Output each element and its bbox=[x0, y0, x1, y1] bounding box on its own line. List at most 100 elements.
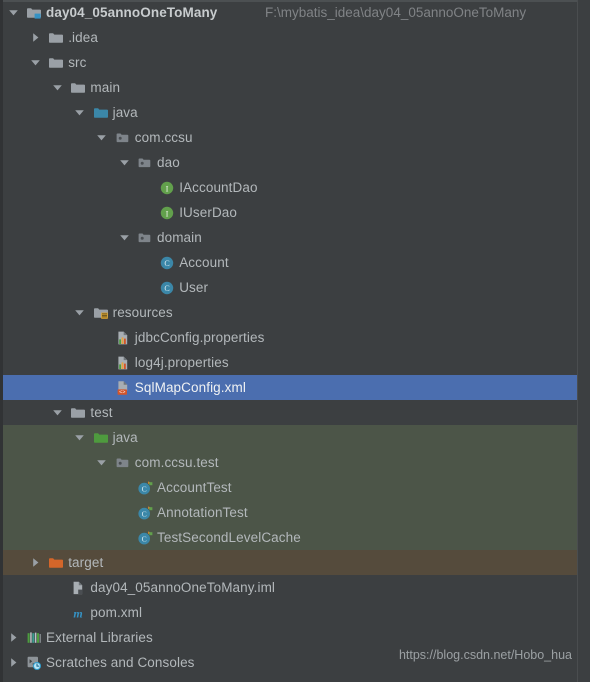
maven-file-icon: m bbox=[70, 600, 86, 625]
test-class-icon: C bbox=[137, 525, 153, 550]
tree-row[interactable]: log4j.properties bbox=[0, 350, 578, 375]
svg-text:C: C bbox=[142, 509, 147, 518]
tree-row[interactable]: I IUserDao bbox=[0, 200, 578, 225]
tree-row-label: src bbox=[68, 55, 87, 70]
tree-row-label: External Libraries bbox=[46, 630, 153, 645]
tree-row-label: java bbox=[112, 105, 138, 120]
interface-icon: I bbox=[159, 175, 175, 200]
project-tree-panel[interactable]: day04_05annoOneToMany F:\mybatis_idea\day… bbox=[0, 0, 590, 682]
tree-row-label: dao bbox=[157, 155, 180, 170]
tree-row[interactable]: C Account bbox=[0, 250, 578, 275]
svg-text:I: I bbox=[166, 183, 169, 193]
tree-row[interactable]: src bbox=[0, 50, 578, 75]
tree-row-label: target bbox=[68, 555, 104, 570]
chevron-down-icon[interactable] bbox=[95, 450, 109, 475]
tree-row[interactable]: C AccountTest bbox=[0, 475, 578, 500]
chevron-down-icon[interactable] bbox=[6, 0, 20, 25]
tree-row-label: TestSecondLevelCache bbox=[157, 530, 301, 545]
svg-text:C: C bbox=[142, 484, 147, 493]
tree-row-label: Scratches and Consoles bbox=[46, 655, 195, 670]
tree-row-label: main bbox=[90, 80, 121, 95]
tree-row-label: SqlMapConfig.xml bbox=[134, 380, 246, 395]
tree-row-label: IAccountDao bbox=[179, 180, 258, 195]
test-class-icon: C bbox=[137, 500, 153, 525]
chevron-down-icon[interactable] bbox=[117, 150, 131, 175]
tree-row-label: IUserDao bbox=[179, 205, 238, 220]
tree-row[interactable]: I IAccountDao bbox=[0, 175, 578, 200]
svg-text:I: I bbox=[166, 208, 169, 218]
tree-row-label: AnnotationTest bbox=[157, 505, 248, 520]
tree-row-label: resources bbox=[112, 305, 173, 320]
tree-row[interactable]: C User bbox=[0, 275, 578, 300]
tree-row-label: day04_05annoOneToMany.iml bbox=[90, 580, 276, 595]
tree-row[interactable]: dao bbox=[0, 150, 578, 175]
folder-icon bbox=[70, 400, 86, 425]
svg-text:m: m bbox=[74, 606, 83, 620]
tree-row[interactable]: External Libraries bbox=[0, 625, 578, 650]
chevron-down-icon[interactable] bbox=[50, 75, 64, 100]
xml-file-icon: <> bbox=[115, 375, 131, 400]
chevron-down-icon[interactable] bbox=[73, 100, 87, 125]
chevron-down-icon[interactable] bbox=[73, 425, 87, 450]
chevron-down-icon[interactable] bbox=[117, 225, 131, 250]
tree-row[interactable]: resources bbox=[0, 300, 578, 325]
folder-icon bbox=[48, 50, 64, 75]
chevron-right-icon[interactable] bbox=[28, 25, 42, 50]
tree-row-label: day04_05annoOneToMany bbox=[46, 5, 218, 20]
tree-row-label: log4j.properties bbox=[134, 355, 229, 370]
tree-row-label: test bbox=[90, 405, 113, 420]
class-icon: C bbox=[159, 275, 175, 300]
properties-file-icon bbox=[115, 325, 131, 350]
project-folder-icon bbox=[26, 0, 42, 25]
tree-row-label: com.ccsu bbox=[134, 130, 193, 145]
tree-row[interactable]: .idea bbox=[0, 25, 578, 50]
chevron-right-icon[interactable] bbox=[6, 650, 20, 675]
chevron-down-icon[interactable] bbox=[50, 400, 64, 425]
test-source-folder-icon bbox=[93, 425, 109, 450]
chevron-down-icon[interactable] bbox=[73, 300, 87, 325]
svg-text:C: C bbox=[165, 284, 170, 293]
project-path-hint: F:\mybatis_idea\day04_05annoOneToMany bbox=[265, 5, 527, 20]
tree-row[interactable]: C AnnotationTest bbox=[0, 500, 578, 525]
chevron-right-icon[interactable] bbox=[6, 625, 20, 650]
tree-row[interactable]: domain bbox=[0, 225, 578, 250]
tree-row[interactable]: day04_05annoOneToMany.iml bbox=[0, 575, 578, 600]
tree-row[interactable]: jdbcConfig.properties bbox=[0, 325, 578, 350]
folder-icon bbox=[48, 25, 64, 50]
tree-row-label: domain bbox=[157, 230, 202, 245]
package-icon bbox=[115, 125, 131, 150]
tree-row[interactable]: java bbox=[0, 425, 578, 450]
vertical-scrollbar[interactable] bbox=[577, 0, 590, 682]
tree-row[interactable]: day04_05annoOneToMany F:\mybatis_idea\day… bbox=[0, 0, 578, 25]
package-icon bbox=[137, 150, 153, 175]
tree-row[interactable]: target bbox=[0, 550, 578, 575]
tree-row[interactable]: <> SqlMapConfig.xml bbox=[0, 375, 578, 400]
tree-row[interactable]: main bbox=[0, 75, 578, 100]
tree-row[interactable]: m pom.xml bbox=[0, 600, 578, 625]
tree-row[interactable]: com.ccsu bbox=[0, 125, 578, 150]
tree-row-label: pom.xml bbox=[90, 605, 143, 620]
svg-text:C: C bbox=[165, 259, 170, 268]
resources-folder-icon bbox=[93, 300, 109, 325]
test-class-icon: C bbox=[137, 475, 153, 500]
scratches-icon bbox=[26, 650, 42, 675]
tree-row[interactable]: java bbox=[0, 100, 578, 125]
tree-row-label: .idea bbox=[68, 30, 98, 45]
tree-row[interactable]: test bbox=[0, 400, 578, 425]
chevron-down-icon[interactable] bbox=[95, 125, 109, 150]
svg-text:<>: <> bbox=[119, 389, 125, 395]
tree-row[interactable]: com.ccsu.test bbox=[0, 450, 578, 475]
tree-row-label: java bbox=[112, 430, 138, 445]
tree-row[interactable]: C TestSecondLevelCache bbox=[0, 525, 578, 550]
source-folder-icon bbox=[93, 100, 109, 125]
chevron-right-icon[interactable] bbox=[28, 550, 42, 575]
chevron-down-icon[interactable] bbox=[28, 50, 42, 75]
tree-row-label: AccountTest bbox=[157, 480, 232, 495]
